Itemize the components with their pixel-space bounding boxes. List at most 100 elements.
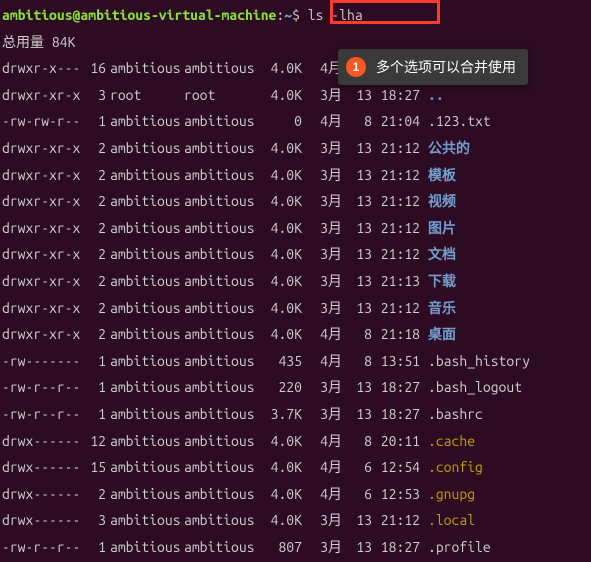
time: 21:12 bbox=[372, 295, 420, 322]
links: 12 bbox=[78, 428, 106, 455]
size: 0 bbox=[262, 108, 302, 135]
size: 4.0K bbox=[262, 321, 302, 348]
month: 4月 bbox=[302, 55, 342, 82]
list-item: drwxr-xr-x2ambitiousambitious4.0K3月1321:… bbox=[2, 241, 589, 268]
size: 4.0K bbox=[262, 454, 302, 481]
group: ambitious bbox=[184, 401, 262, 428]
time: 18:27 bbox=[372, 82, 420, 109]
links: 1 bbox=[78, 348, 106, 375]
owner: ambitious bbox=[106, 215, 184, 242]
month: 4月 bbox=[302, 454, 342, 481]
month: 3月 bbox=[302, 374, 342, 401]
time: 21:12 bbox=[372, 135, 420, 162]
group: ambitious bbox=[184, 188, 262, 215]
owner: ambitious bbox=[106, 374, 184, 401]
perm: drwxr-xr-x bbox=[2, 162, 78, 189]
perm: drwxr-xr-x bbox=[2, 268, 78, 295]
list-item: -rw-r--r--1ambitiousambitious2203月1318:2… bbox=[2, 374, 589, 401]
time: 21:12 bbox=[372, 188, 420, 215]
time: 12:53 bbox=[372, 481, 420, 508]
perm: drwxr-xr-x bbox=[2, 82, 78, 109]
size: 4.0K bbox=[262, 268, 302, 295]
month: 3月 bbox=[302, 188, 342, 215]
tooltip-text: 多个选项可以合并使用 bbox=[376, 59, 516, 76]
size: 4.0K bbox=[262, 135, 302, 162]
perm: -rw------- bbox=[2, 348, 78, 375]
time: 21:12 bbox=[372, 162, 420, 189]
group: ambitious bbox=[184, 55, 262, 82]
filename: .profile bbox=[420, 539, 491, 555]
filename: .bash_logout bbox=[420, 379, 522, 395]
owner: ambitious bbox=[106, 401, 184, 428]
group: ambitious bbox=[184, 321, 262, 348]
list-item: drwxr-xr-x2ambitiousambitious4.0K3月1321:… bbox=[2, 135, 589, 162]
month: 4月 bbox=[302, 108, 342, 135]
owner: ambitious bbox=[106, 135, 184, 162]
perm: drwx------ bbox=[2, 454, 78, 481]
owner: ambitious bbox=[106, 534, 184, 561]
perm: drwxr-xr-x bbox=[2, 321, 78, 348]
perm: -rw-rw-r-- bbox=[2, 108, 78, 135]
day: 13 bbox=[342, 374, 372, 401]
day: 8 bbox=[342, 348, 372, 375]
perm: drwx------ bbox=[2, 507, 78, 534]
perm: drwxr-x--- bbox=[2, 55, 78, 82]
list-item: drwxr-xr-x2ambitiousambitious4.0K3月1321:… bbox=[2, 215, 589, 242]
prompt-symbol: $ bbox=[292, 7, 308, 23]
time: 21:12 bbox=[372, 215, 420, 242]
links: 16 bbox=[78, 55, 106, 82]
month: 4月 bbox=[302, 321, 342, 348]
perm: -rw-r--r-- bbox=[2, 534, 78, 561]
list-item: drwx------15ambitiousambitious4.0K4月612:… bbox=[2, 454, 589, 481]
owner: ambitious bbox=[106, 268, 184, 295]
list-item: -rw-r--r--1ambitiousambitious3.7K3月1318:… bbox=[2, 401, 589, 428]
owner: ambitious bbox=[106, 162, 184, 189]
month: 3月 bbox=[302, 162, 342, 189]
day: 13 bbox=[342, 82, 372, 109]
filename: 音乐 bbox=[420, 300, 456, 316]
perm: -rw-r--r-- bbox=[2, 401, 78, 428]
links: 15 bbox=[78, 454, 106, 481]
month: 3月 bbox=[302, 241, 342, 268]
month: 3月 bbox=[302, 401, 342, 428]
month: 3月 bbox=[302, 268, 342, 295]
group: ambitious bbox=[184, 481, 262, 508]
links: 2 bbox=[78, 135, 106, 162]
day: 8 bbox=[342, 108, 372, 135]
perm: drwx------ bbox=[2, 428, 78, 455]
links: 1 bbox=[78, 374, 106, 401]
owner: ambitious bbox=[106, 321, 184, 348]
day: 13 bbox=[342, 135, 372, 162]
size: 220 bbox=[262, 374, 302, 401]
size: 3.7K bbox=[262, 401, 302, 428]
size: 4.0K bbox=[262, 428, 302, 455]
owner: ambitious bbox=[106, 55, 184, 82]
day: 8 bbox=[342, 428, 372, 455]
filename: .config bbox=[420, 459, 483, 475]
size: 4.0K bbox=[262, 82, 302, 109]
size: 435 bbox=[262, 348, 302, 375]
links: 2 bbox=[78, 241, 106, 268]
day: 13 bbox=[342, 295, 372, 322]
owner: root bbox=[106, 82, 184, 109]
links: 2 bbox=[78, 188, 106, 215]
filename: .local bbox=[420, 512, 475, 528]
size: 4.0K bbox=[262, 55, 302, 82]
month: 4月 bbox=[302, 481, 342, 508]
filename: .gnupg bbox=[420, 486, 475, 502]
size: 4.0K bbox=[262, 507, 302, 534]
links: 2 bbox=[78, 295, 106, 322]
month: 3月 bbox=[302, 135, 342, 162]
filename: 公共的 bbox=[420, 140, 470, 156]
links: 2 bbox=[78, 162, 106, 189]
size: 4.0K bbox=[262, 295, 302, 322]
time: 21:18 bbox=[372, 321, 420, 348]
links: 2 bbox=[78, 481, 106, 508]
links: 1 bbox=[78, 534, 106, 561]
time: 13:51 bbox=[372, 348, 420, 375]
perm: drwxr-xr-x bbox=[2, 295, 78, 322]
size: 4.0K bbox=[262, 188, 302, 215]
size: 4.0K bbox=[262, 481, 302, 508]
owner: ambitious bbox=[106, 428, 184, 455]
list-item: drwxr-xr-x2ambitiousambitious4.0K3月1321:… bbox=[2, 268, 589, 295]
